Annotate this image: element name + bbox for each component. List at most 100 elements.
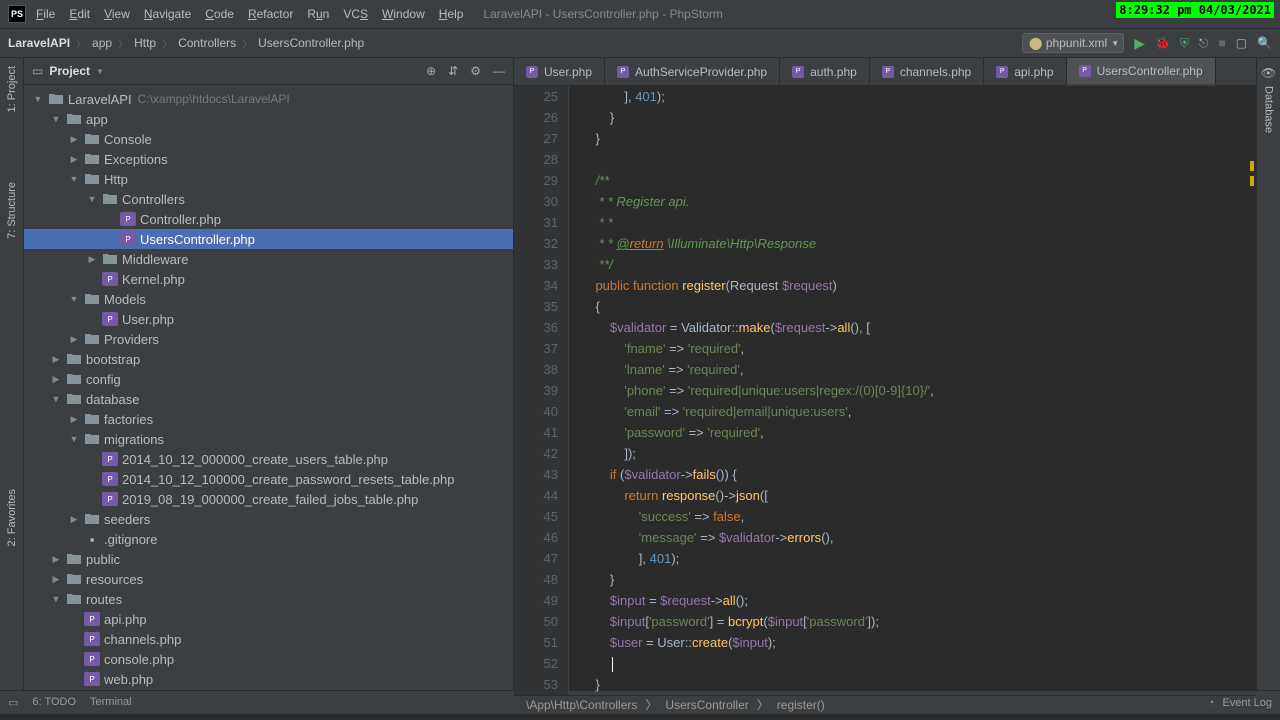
minimize-icon[interactable]: — [493, 64, 505, 78]
layout-button[interactable]: ▢ [1236, 36, 1247, 50]
tree-arrow-icon[interactable] [68, 514, 80, 525]
editor-tab[interactable]: PUsersController.php [1067, 58, 1216, 86]
tree-arrow-icon[interactable] [50, 374, 62, 385]
tree-row[interactable]: app [24, 109, 513, 129]
tree-arrow-icon[interactable] [68, 294, 80, 304]
tree-row[interactable]: Models [24, 289, 513, 309]
tree-row[interactable]: P2019_08_19_000000_create_failed_jobs_ta… [24, 489, 513, 509]
debug-button[interactable]: 🐞 [1155, 36, 1170, 50]
tree-arrow-icon[interactable] [50, 114, 62, 124]
tree-arrow-icon[interactable] [32, 94, 44, 104]
menu-refactor[interactable]: Refactor [248, 7, 293, 21]
tree-row[interactable]: Pchannels.php [24, 629, 513, 649]
tree-row[interactable]: database [24, 389, 513, 409]
breadcrumb-item[interactable]: \App\Http\Controllers [526, 698, 637, 712]
tree-row[interactable]: bootstrap [24, 349, 513, 369]
tree-arrow-icon[interactable] [68, 174, 80, 184]
tree-row[interactable]: config [24, 369, 513, 389]
tree-row[interactable]: LaravelAPIC:\xampp\htdocs\LaravelAPI [24, 89, 513, 109]
attach-button[interactable]: ⎋ [1199, 36, 1209, 51]
tree-row[interactable]: migrations [24, 429, 513, 449]
run-config-select[interactable]: ⬤ phpunit.xml ▼ [1022, 33, 1124, 53]
tree-row[interactable]: routes [24, 589, 513, 609]
editor-tab[interactable]: PAuthServiceProvider.php [605, 58, 780, 86]
editor-tab[interactable]: Pauth.php [780, 58, 870, 86]
stop-button[interactable]: ■ [1218, 36, 1225, 50]
menu-navigate[interactable]: Navigate [144, 7, 191, 21]
tree-arrow-icon[interactable] [50, 554, 62, 565]
tree-row[interactable]: Http [24, 169, 513, 189]
tree-arrow-icon[interactable] [86, 254, 98, 265]
tree-row[interactable]: Pweb.php [24, 669, 513, 689]
locate-icon[interactable]: ⊕ [426, 64, 436, 78]
tab-structure[interactable]: 7: Structure [6, 182, 18, 239]
status-eventlog[interactable]: Event Log [1222, 697, 1272, 709]
code-body[interactable]: ], 401); } } /** * * Register api. * * *… [569, 86, 1256, 695]
tree-arrow-icon[interactable] [50, 354, 62, 365]
tree-arrow-icon[interactable] [68, 154, 80, 165]
tree-arrow-icon[interactable] [50, 594, 62, 604]
tree-row[interactable]: P2014_10_12_000000_create_users_table.ph… [24, 449, 513, 469]
tree-arrow-icon[interactable] [68, 334, 80, 345]
menu-help[interactable]: Help [439, 7, 464, 21]
status-button[interactable]: ▭ [8, 696, 18, 709]
breadcrumb-item[interactable]: LaravelAPI [8, 36, 70, 50]
tab-favorites[interactable]: 2: Favorites [6, 489, 18, 546]
tree-row[interactable]: seeders [24, 509, 513, 529]
status-terminal[interactable]: Terminal [90, 696, 132, 709]
breadcrumb-item[interactable]: app [92, 36, 112, 50]
tree-row[interactable]: Providers [24, 329, 513, 349]
tab-database[interactable]: Database [1263, 86, 1275, 133]
tree-row[interactable]: Controllers [24, 189, 513, 209]
project-tree[interactable]: LaravelAPIC:\xampp\htdocs\LaravelAPIappC… [24, 85, 513, 690]
tree-arrow-icon[interactable] [68, 434, 80, 444]
screen-timestamp: 8:29:32 pm 04/03/2021 [1116, 2, 1274, 18]
editor-tab[interactable]: Pchannels.php [870, 58, 984, 86]
editor-tab[interactable]: PUser.php [514, 58, 605, 86]
menu-vcs[interactable]: VCS [343, 7, 368, 21]
tree-row[interactable]: factories [24, 409, 513, 429]
event-log-icon[interactable]: ◔ [1208, 697, 1215, 709]
tree-row[interactable]: PController.php [24, 209, 513, 229]
tree-row[interactable]: Papi.php [24, 609, 513, 629]
breadcrumb-item[interactable]: UsersController [665, 698, 748, 712]
tree-row[interactable]: PUser.php [24, 309, 513, 329]
code-editor[interactable]: 2526272829303132333435363738394041424344… [514, 86, 1256, 695]
tree-row[interactable]: PKernel.php [24, 269, 513, 289]
tree-arrow-icon[interactable] [50, 574, 62, 585]
breadcrumb-item[interactable]: Http [134, 36, 156, 50]
breadcrumb-item[interactable]: Controllers [178, 36, 236, 50]
menu-file[interactable]: File [36, 7, 55, 21]
breadcrumb-item[interactable]: UsersController.php [258, 36, 364, 50]
tab-project[interactable]: 1: Project [6, 66, 18, 112]
status-todo[interactable]: 6: TODO [32, 696, 76, 709]
run-button[interactable]: ▶ [1134, 35, 1145, 52]
tree-arrow-icon[interactable] [50, 394, 62, 404]
tree-row[interactable]: Pconsole.php [24, 649, 513, 669]
tree-row[interactable]: P2014_10_12_100000_create_password_reset… [24, 469, 513, 489]
tree-row[interactable]: resources [24, 569, 513, 589]
search-button[interactable]: 🔍 [1257, 36, 1272, 50]
menu-run[interactable]: Run [307, 7, 329, 21]
tree-row[interactable]: Middleware [24, 249, 513, 269]
menu-edit[interactable]: Edit [69, 7, 90, 21]
menu-window[interactable]: Window [382, 7, 425, 21]
tree-arrow-icon[interactable] [86, 194, 98, 204]
editor-tab[interactable]: Papi.php [984, 58, 1066, 86]
expand-all-icon[interactable]: ⇵ [448, 64, 458, 78]
tree-row[interactable]: Console [24, 129, 513, 149]
gear-icon[interactable]: ⚙ [470, 64, 481, 78]
eye-icon[interactable]: 👁 [1261, 66, 1276, 80]
tree-row[interactable]: storage [24, 689, 513, 690]
tree-row[interactable]: PUsersController.php [24, 229, 513, 249]
breadcrumb-item[interactable]: register() [777, 698, 825, 712]
menu-view[interactable]: View [104, 7, 130, 21]
tree-row[interactable]: Exceptions [24, 149, 513, 169]
tree-arrow-icon[interactable] [68, 134, 80, 145]
chevron-down-icon[interactable]: ▼ [96, 67, 104, 76]
tree-row[interactable]: public [24, 549, 513, 569]
tree-row[interactable]: ▪.gitignore [24, 529, 513, 549]
menu-code[interactable]: Code [205, 7, 234, 21]
coverage-button[interactable]: ⛨ [1180, 36, 1189, 51]
tree-arrow-icon[interactable] [68, 414, 80, 425]
